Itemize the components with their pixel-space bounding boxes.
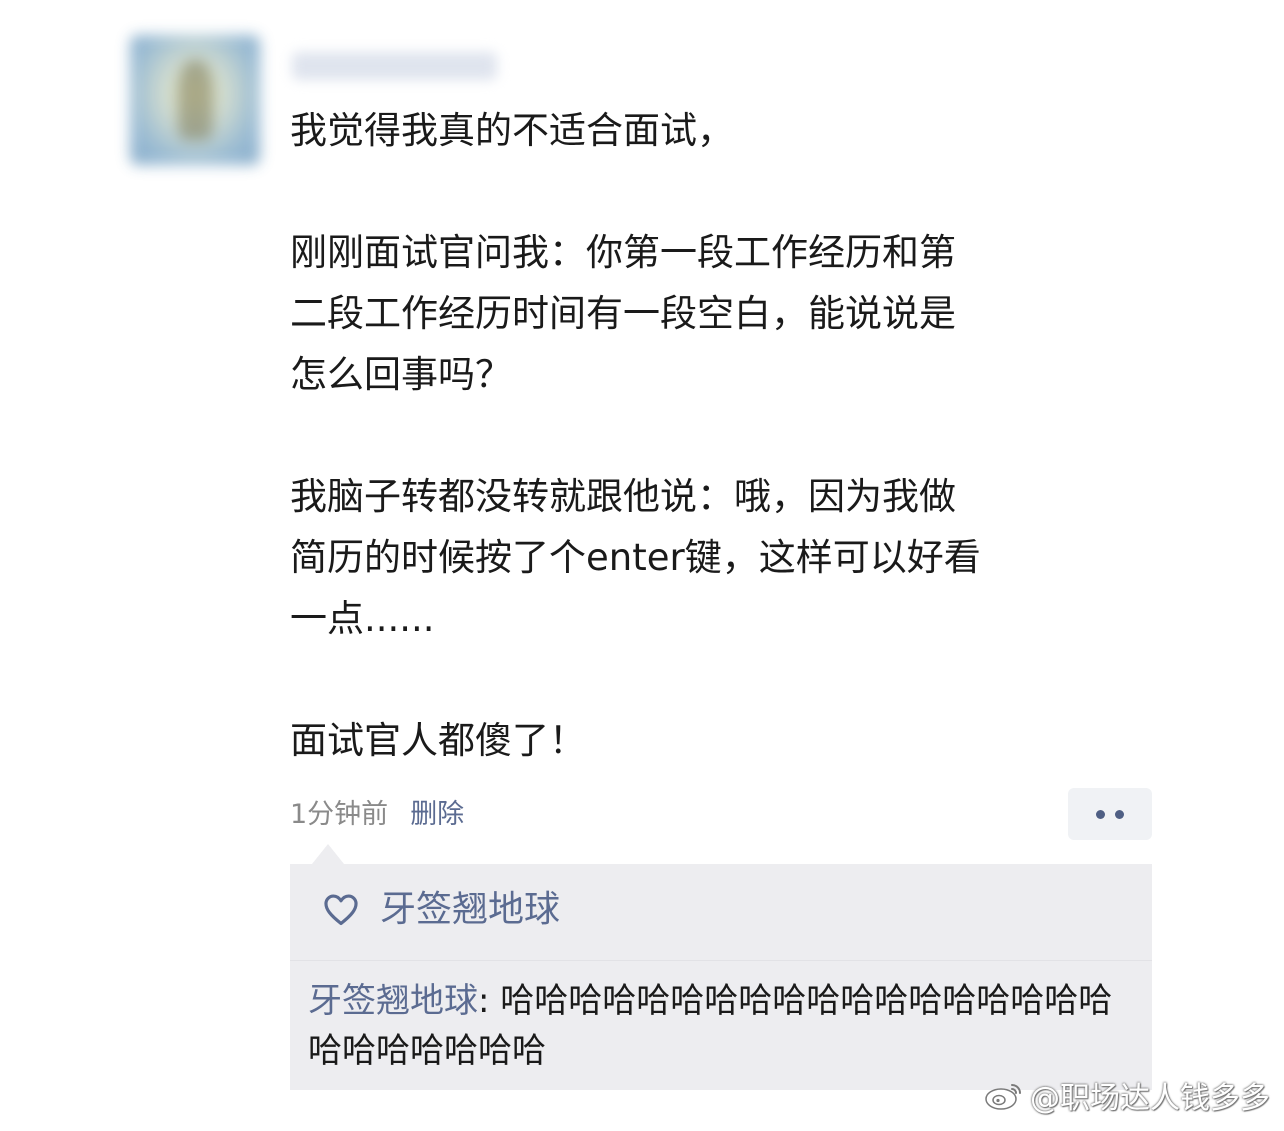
watermark: @职场达人钱多多 — [984, 1073, 1270, 1117]
post-content: 我觉得我真的不适合面试， 刚刚面试官问我：你第一段工作经历和第 二段工作经历时间… — [290, 100, 1090, 771]
post-line-gap — [290, 405, 1090, 466]
likes-row: 牙签翘地球 — [322, 886, 560, 934]
more-dots-icon — [1115, 809, 1124, 819]
post-line: 怎么回事吗？ — [290, 353, 512, 396]
more-actions-button[interactable] — [1068, 788, 1152, 840]
post-meta: 1分钟前 删除 — [290, 795, 464, 835]
interaction-box-pointer — [312, 844, 344, 864]
post-line: 二段工作经历时间有一段空白，能说说是 — [290, 292, 956, 335]
weibo-icon — [985, 1084, 1021, 1110]
watermark-text: @职场达人钱多多 — [1030, 1081, 1270, 1116]
like-user-name[interactable]: 牙签翘地球 — [380, 886, 560, 934]
post-time: 1分钟前 — [290, 799, 389, 830]
post-line: 面试官人都傻了！ — [290, 719, 586, 762]
more-dots-icon — [1096, 809, 1105, 819]
avatar[interactable] — [130, 35, 260, 165]
post-line-gap — [290, 161, 1090, 222]
interaction-box: 牙签翘地球 牙签翘地球: 哈哈哈哈哈哈哈哈哈哈哈哈哈哈哈哈哈哈哈哈哈哈哈哈哈 — [290, 864, 1152, 1090]
delete-link[interactable]: 删除 — [410, 795, 464, 835]
post-line: 简历的时候按了个enter键，这样可以好看 — [290, 536, 981, 579]
post-line: 我觉得我真的不适合面试， — [290, 109, 734, 152]
post-line: 我脑子转都没转就跟他说：哦，因为我做 — [290, 475, 956, 518]
heart-icon — [324, 894, 358, 926]
comment-item[interactable]: 牙签翘地球: 哈哈哈哈哈哈哈哈哈哈哈哈哈哈哈哈哈哈哈哈哈哈哈哈哈 — [308, 976, 1138, 1076]
username-blurred[interactable] — [292, 52, 497, 80]
divider — [290, 960, 1152, 961]
comment-separator: : — [478, 981, 501, 1021]
post-line: 一点...... — [290, 597, 435, 640]
post-line-gap — [290, 649, 1090, 710]
comment-author[interactable]: 牙签翘地球 — [308, 981, 478, 1021]
post-line: 刚刚面试官问我：你第一段工作经历和第 — [290, 231, 956, 274]
